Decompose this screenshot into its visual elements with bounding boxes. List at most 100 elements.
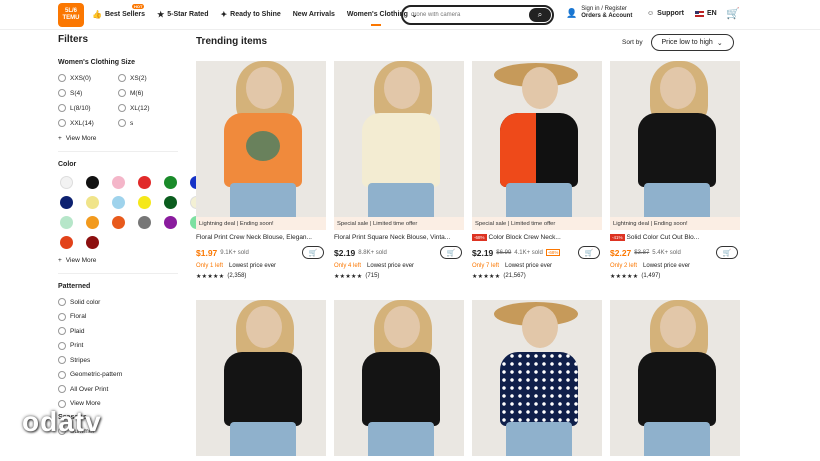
star-icon: ★ <box>157 10 165 19</box>
product-card[interactable] <box>196 300 326 456</box>
radio-button[interactable] <box>58 298 66 306</box>
jeans-shape <box>506 183 572 217</box>
pattern-option[interactable]: Solid color <box>58 298 180 306</box>
color-swatch[interactable] <box>164 216 177 229</box>
radio-button[interactable] <box>58 89 66 97</box>
size-option[interactable]: XS(2) <box>118 74 178 82</box>
jeans-shape <box>506 422 572 456</box>
product-image[interactable] <box>472 61 602 217</box>
color-swatch[interactable] <box>60 216 73 229</box>
product-card[interactable]: Lightning deal | Ending soon! -41% Solid C… <box>610 61 740 280</box>
size-option[interactable]: XL(12) <box>118 104 178 112</box>
search-input[interactable] <box>411 12 521 18</box>
color-view-more[interactable]: + View More <box>58 257 180 264</box>
price-row: $2.19 $6.99 4.1K+ sold -68% 🛒 <box>472 246 602 259</box>
product-title-text: Floral Print Square Neck Blouse, Vinta..… <box>334 234 451 241</box>
jeans-shape <box>644 422 710 456</box>
nav-new-arrivals[interactable]: New Arrivals <box>293 11 335 18</box>
size-label: XXL(14) <box>70 119 94 127</box>
product-title[interactable]: -41% Solid Color Cut Out Blo... <box>610 234 740 241</box>
pattern-option[interactable]: Stripes <box>58 356 180 364</box>
size-option[interactable]: L(8/10) <box>58 104 118 112</box>
size-option[interactable]: XXL(14) <box>58 119 118 127</box>
pattern-option[interactable]: Plaid <box>58 327 180 335</box>
size-option[interactable]: M(6) <box>118 89 178 97</box>
product-title[interactable]: -68% Color Block Crew Neck... <box>472 234 602 241</box>
color-swatches <box>60 176 203 249</box>
nav-best-sellers[interactable]: 👍 Best Sellers HOT <box>92 4 145 19</box>
color-swatch[interactable] <box>164 196 177 209</box>
language-selector[interactable]: EN <box>695 10 717 17</box>
radio-button[interactable] <box>58 104 66 112</box>
radio-button[interactable] <box>118 89 126 97</box>
color-swatch[interactable] <box>86 176 99 189</box>
pattern-label: Solid color <box>70 298 101 306</box>
pattern-option[interactable]: All Over Print <box>58 385 180 393</box>
add-to-cart-button[interactable]: 🛒 <box>716 246 738 259</box>
radio-button[interactable] <box>58 341 66 350</box>
color-swatch[interactable] <box>164 176 177 189</box>
pattern-option[interactable]: Print <box>58 341 180 350</box>
color-swatch[interactable] <box>86 196 99 209</box>
color-swatch[interactable] <box>60 196 73 209</box>
size-option[interactable]: s <box>118 119 178 127</box>
nav-five-star-rated[interactable]: ★ 5-Star Rated <box>157 10 208 19</box>
account-menu[interactable]: 👤 Sign in / Register Orders & Account <box>566 6 632 20</box>
product-card[interactable]: Special sale | Limited time offer Floral … <box>334 61 464 280</box>
radio-button[interactable] <box>58 74 66 82</box>
color-swatch[interactable] <box>112 216 125 229</box>
stock-left: Only 1 left <box>196 263 224 269</box>
product-image[interactable] <box>196 300 326 456</box>
us-flag-icon <box>695 10 704 17</box>
sort-dropdown[interactable]: Price low to high ⌄ <box>650 34 734 51</box>
radio-button[interactable] <box>118 104 126 112</box>
add-to-cart-button[interactable]: 🛒 <box>440 246 462 259</box>
product-card[interactable] <box>472 300 602 456</box>
color-swatch[interactable] <box>138 176 151 189</box>
color-swatch[interactable] <box>60 176 73 189</box>
sparkle-icon: ✦ <box>220 10 228 19</box>
product-title[interactable]: Floral Print Square Neck Blouse, Vinta..… <box>334 234 464 241</box>
radio-button[interactable] <box>58 312 66 321</box>
add-to-cart-button[interactable]: 🛒 <box>302 246 324 259</box>
radio-button[interactable] <box>58 327 66 335</box>
radio-button[interactable] <box>58 370 66 379</box>
radio-button[interactable] <box>58 356 66 364</box>
size-option[interactable]: XXS(0) <box>58 74 118 82</box>
color-swatch[interactable] <box>60 236 73 249</box>
support-link[interactable]: ☺ Support <box>647 10 684 17</box>
product-image[interactable] <box>472 300 602 456</box>
radio-button[interactable] <box>58 119 66 127</box>
radio-button[interactable] <box>118 119 126 127</box>
size-view-more[interactable]: + View More <box>58 135 180 142</box>
color-swatch[interactable] <box>86 236 99 249</box>
temu-logo[interactable]: 5L/6 TEMU <box>58 2 84 27</box>
product-title[interactable]: Floral Print Crew Neck Blouse, Elegan... <box>196 234 326 241</box>
cart-icon[interactable]: 🛒 <box>726 7 740 20</box>
product-image[interactable] <box>610 300 740 456</box>
nav-ready-to-shine[interactable]: ✦ Ready to Shine <box>220 10 280 19</box>
color-swatch[interactable] <box>112 196 125 209</box>
search-button[interactable]: ⌕ <box>529 8 551 22</box>
color-swatch[interactable] <box>112 176 125 189</box>
product-card[interactable] <box>334 300 464 456</box>
color-swatch[interactable] <box>138 196 151 209</box>
color-swatch[interactable] <box>86 216 99 229</box>
product-card[interactable]: Lightning deal | Ending soon! Floral Prin… <box>196 61 326 280</box>
size-option[interactable]: S(4) <box>58 89 118 97</box>
pattern-label: Stripes <box>70 356 91 364</box>
pattern-option[interactable]: Floral <box>58 312 180 321</box>
product-image[interactable] <box>334 61 464 217</box>
product-card[interactable] <box>610 300 740 456</box>
product-image[interactable] <box>196 61 326 217</box>
color-swatch[interactable] <box>138 216 151 229</box>
pattern-label: Plaid <box>70 327 85 335</box>
product-image[interactable] <box>334 300 464 456</box>
price-row: $1.97 9.1K+ sold 🛒 <box>196 246 326 259</box>
add-to-cart-button[interactable]: 🛒 <box>578 246 600 259</box>
product-card[interactable]: Special sale | Limited time offer -68% Col… <box>472 61 602 280</box>
product-image[interactable] <box>610 61 740 217</box>
radio-button[interactable] <box>118 74 126 82</box>
pattern-option[interactable]: Geometric-pattern <box>58 370 180 379</box>
radio-button[interactable] <box>58 385 66 393</box>
